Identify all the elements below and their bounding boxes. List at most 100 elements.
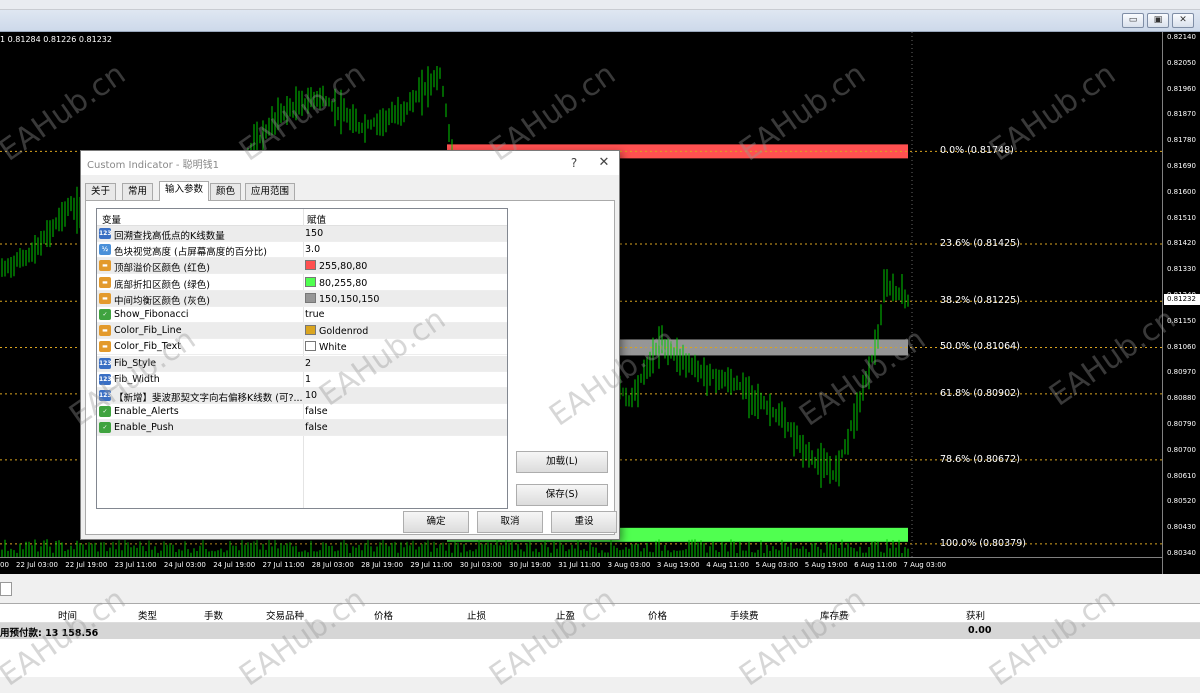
dialog-titlebar[interactable]: Custom Indicator - 聪明钱1 ? ✕	[81, 151, 619, 175]
param-row[interactable]: ▬ 底部折扣区颜色 (绿色) 80,255,80	[97, 275, 507, 291]
param-value-text: 10	[305, 390, 318, 401]
fib-label: 50.0% (0.81064)	[940, 341, 1020, 353]
param-name: Enable_Push	[114, 422, 174, 434]
time-label: 23 Jul 11:00	[114, 561, 157, 569]
param-value[interactable]: 150,150,150	[305, 292, 379, 305]
col-sl[interactable]: 止损	[467, 608, 486, 622]
col-profit[interactable]: 获利	[966, 608, 985, 622]
restore-button[interactable]: ▣	[1147, 13, 1169, 28]
fib-label: 23.6% (0.81425)	[940, 237, 1020, 249]
param-value[interactable]: White	[305, 341, 347, 353]
double-icon: ½	[99, 244, 111, 256]
fib-label: 78.6% (0.80672)	[940, 453, 1020, 465]
time-label: 22 Jul 03:00	[16, 561, 58, 569]
col-commission[interactable]: 手续费	[730, 608, 759, 622]
param-row[interactable]: 123 Fib_Width 1	[97, 372, 507, 388]
param-row[interactable]: ▬ 顶部溢价区颜色 (红色) 255,80,80	[97, 258, 507, 275]
price-label: 0.80520	[1167, 497, 1196, 506]
param-name: 底部折扣区颜色 (绿色)	[114, 279, 210, 291]
col-swap[interactable]: 库存费	[820, 608, 849, 622]
color-swatch	[305, 325, 316, 336]
price-label: 0.80700	[1167, 445, 1196, 454]
param-value[interactable]: 1	[305, 374, 311, 385]
param-name: Fib_Style	[114, 357, 157, 369]
price-label: 0.81780	[1167, 136, 1196, 145]
help-icon[interactable]: ?	[565, 154, 583, 172]
time-axis: 00 22 Jul 03:00 22 Jul 19:00 23 Jul 11:00 24…	[0, 557, 1162, 574]
param-value[interactable]: 2	[305, 358, 311, 369]
param-row[interactable]: ▬ Color_Fib_Line Goldenrod	[97, 323, 507, 340]
tab-visualization[interactable]: 应用范围	[245, 183, 296, 200]
load-button[interactable]: 加载(L)	[516, 451, 608, 473]
cancel-button[interactable]: 取消	[477, 511, 543, 533]
col-lots[interactable]: 手数	[204, 608, 223, 622]
time-label: 5 Aug 19:00	[804, 561, 848, 569]
param-row[interactable]: ▬ Color_Fib_Text White	[97, 339, 507, 356]
param-value-text: 80,255,80	[319, 277, 368, 289]
param-value-text: 1	[305, 373, 312, 385]
col-price[interactable]: 价格	[374, 608, 393, 622]
boolean-icon: ✓	[99, 422, 111, 434]
col-type[interactable]: 类型	[138, 608, 157, 622]
ok-button[interactable]: 确定	[403, 511, 469, 533]
minimize-button[interactable]: ▭	[1122, 13, 1144, 28]
param-row[interactable]: ▬ 中间均衡区颜色 (灰色) 150,150,150	[97, 290, 507, 307]
tab-inputs[interactable]: 输入参数	[159, 181, 210, 201]
param-value-text: true	[305, 309, 325, 320]
param-value-text: White	[319, 342, 347, 354]
col-price-current[interactable]: 价格	[648, 608, 667, 622]
param-row[interactable]: ✓ Enable_Alerts false	[97, 404, 507, 421]
time-label: 24 Jul 03:00	[163, 561, 206, 569]
terminal-tab-strip	[0, 574, 1200, 604]
terminal-toggle-icon[interactable]	[0, 582, 12, 596]
color-icon: ▬	[99, 260, 111, 272]
tab-colors[interactable]: 颜色	[210, 183, 242, 200]
param-value[interactable]: 255,80,80	[305, 260, 367, 272]
param-value[interactable]: true	[305, 309, 325, 320]
balance-row: 用预付款: 13 158.56 0.00	[0, 623, 1200, 639]
price-label: 0.81150	[1167, 316, 1196, 325]
price-label: 0.81870	[1167, 110, 1196, 119]
param-row[interactable]: ½ 色块视觉高度 (占屏幕高度的百分比) 3.0	[97, 242, 507, 259]
param-row[interactable]: ✓ Show_Fibonacci true	[97, 307, 507, 323]
price-label: 0.82050	[1167, 58, 1196, 67]
close-icon[interactable]: ✕	[595, 154, 613, 172]
price-label: 0.82140	[1167, 33, 1196, 41]
toolbar-strip	[0, 0, 1200, 10]
balance-label: 用预付款: 13 158.56	[0, 628, 99, 639]
param-value[interactable]: Goldenrod	[305, 325, 368, 337]
param-row[interactable]: 123 Fib_Style 2	[97, 355, 507, 372]
param-value[interactable]: 150	[305, 228, 323, 239]
time-label: 5 Aug 03:00	[755, 561, 799, 569]
save-button[interactable]: 保存(S)	[516, 484, 608, 506]
param-value[interactable]: 3.0	[305, 244, 320, 255]
fib-label: 38.2% (0.81225)	[940, 295, 1020, 307]
param-row[interactable]: 123 【新增】斐波那契文字向右偏移K线数 (可?... 10	[97, 388, 507, 404]
col-value: 赋值	[307, 215, 327, 226]
profit-total: 0.00	[968, 625, 992, 636]
param-value[interactable]: false	[305, 422, 328, 433]
param-value[interactable]: false	[305, 406, 328, 417]
param-name: Fib_Width	[114, 373, 160, 385]
col-tp[interactable]: 止盈	[556, 608, 575, 622]
col-symbol[interactable]: 交易品种	[266, 608, 304, 622]
param-value[interactable]: 10	[305, 390, 317, 401]
tab-common[interactable]: 常用	[122, 183, 154, 200]
reset-button[interactable]: 重设	[551, 511, 617, 533]
color-icon: ▬	[99, 276, 111, 288]
fib-label: 61.8% (0.80902)	[940, 387, 1020, 399]
param-row[interactable]: ✓ Enable_Push false	[97, 420, 507, 437]
color-icon: ▬	[99, 292, 111, 304]
integer-icon: 123	[99, 228, 112, 239]
time-label: 31 Jul 11:00	[558, 561, 601, 569]
close-window-button[interactable]: ✕	[1172, 13, 1194, 28]
col-time[interactable]: 时间	[58, 608, 77, 622]
tab-about[interactable]: 关于	[85, 183, 117, 200]
ohlc-header: 1 0.81284 0.81226 0.81232	[0, 35, 112, 44]
param-row[interactable]: 123 回溯查找高低点的K线数量 150	[97, 226, 507, 242]
param-value-text: false	[305, 406, 328, 418]
price-label: 0.80340	[1167, 549, 1196, 557]
color-swatch	[305, 341, 316, 352]
param-value[interactable]: 80,255,80	[305, 276, 368, 289]
time-label: 3 Aug 03:00	[607, 561, 651, 569]
